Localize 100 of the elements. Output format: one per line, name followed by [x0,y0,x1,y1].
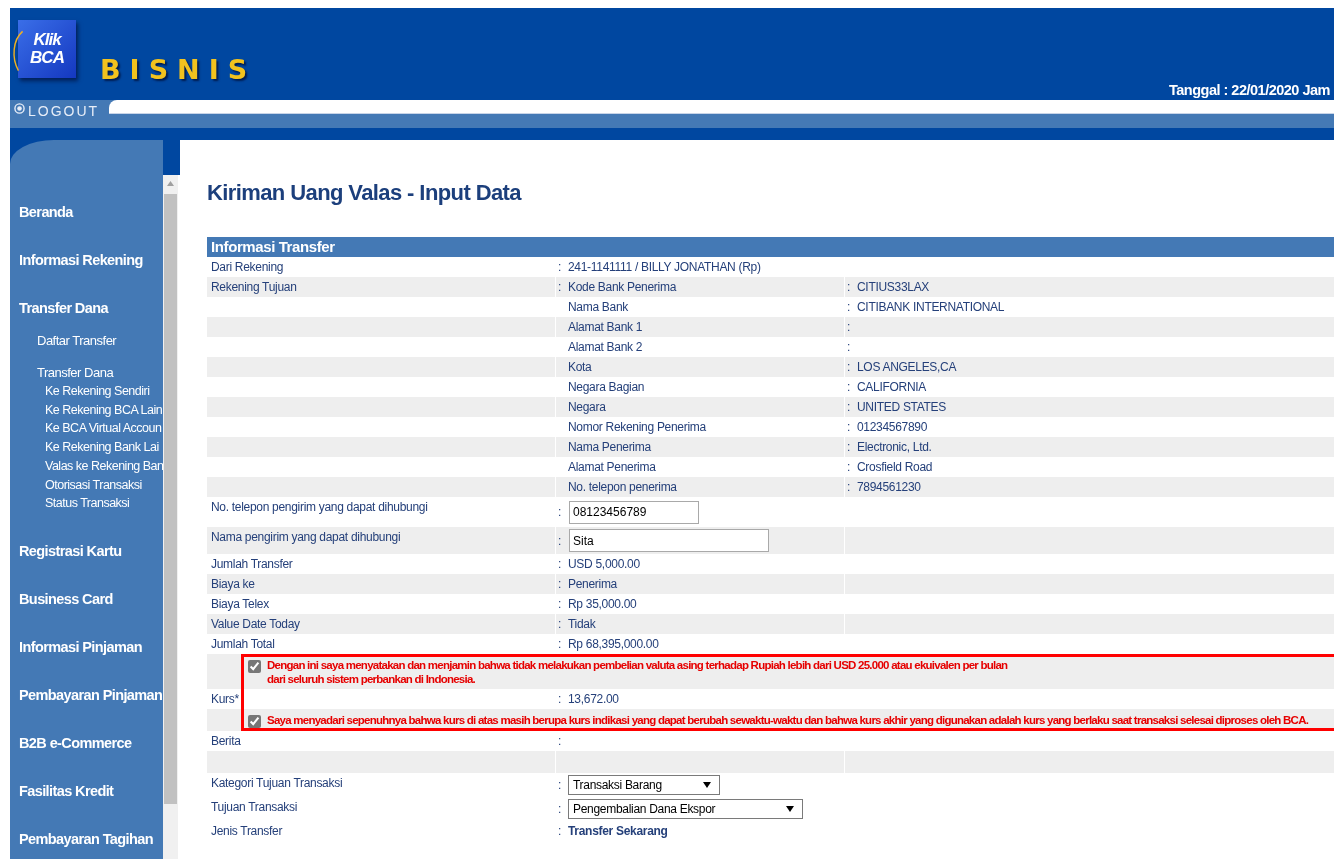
field-label: Kota [568,359,592,376]
field-value: LOS ANGELES,CA [857,359,957,376]
colon-text: : [558,280,562,294]
sidebar-subitem[interactable]: Status Transaksi [10,494,163,513]
field-value: Transfer Sekarang [568,823,668,840]
sidebar-item[interactable]: Pembayaran Pinjaman [10,670,163,719]
field-label: Alamat Penerima [568,459,656,476]
sidebar-subitem[interactable]: Ke Rekening Bank Lai [10,438,163,457]
colon-text: : [558,637,562,651]
text-field[interactable]: Sita [569,529,769,552]
colon-text: : [558,824,562,838]
field-label: Jumlah Total [211,637,275,651]
colon-text: : [558,505,562,519]
field-label: Berita [211,734,241,748]
colon-text: : [847,440,851,454]
field-label: Tujuan Transaksi [211,800,298,814]
logout-link[interactable]: LOGOUT [10,100,109,128]
colon-text: : [847,460,851,474]
caret-icon [786,806,794,812]
field-label: Dari Rekening [211,260,284,274]
field-value: CITIUS33LAX [857,279,930,296]
colon-text: : [847,400,851,414]
field-label: Nomor Rekening Penerima [568,419,706,436]
sidebar-subitem[interactable]: Ke BCA Virtual Accoun [10,419,163,439]
colon-text: : [847,340,851,354]
dropdown[interactable]: Pengembalian Dana Ekspor [568,799,803,819]
colon-text: : [558,692,562,706]
field-label: Negara [568,399,606,416]
sidebar-item[interactable]: Fasilitas Kredit [10,766,163,815]
sidebar-item[interactable]: Transfer Dana [10,284,163,332]
field-value: USD 5,000.00 [568,556,640,573]
scrollbar-thumb[interactable] [164,194,177,804]
field-label: Alamat Bank 2 [568,339,643,356]
colon-text: : [558,778,562,792]
field-label: Kode Bank Penerima [568,279,676,296]
colon-text: : [558,533,562,548]
colon-text: : [558,557,562,571]
colon-text: : [847,420,851,434]
field-label: Biaya Telex [211,597,269,611]
colon-text: : [847,360,851,374]
field-label: Nama pengirim yang dapat dihubungi [211,530,401,544]
declaration-text: Saya menyadari sepenuhnya bahwa kurs di atas masih berupa kurs indikasi yang dapat berubah sewaktu-waktu dan bahwa kurs akhir yang digunakan adalah kurs yang berlaku saat transaksi selesai diproses oleh BCA. [267,713,1309,727]
colon-text: : [847,320,851,334]
sidebar-item[interactable]: Beranda [10,188,163,236]
sidebar-item[interactable]: Informasi Pinjaman [10,622,163,671]
colon-text: : [558,577,562,591]
sidebar-subitem[interactable]: Otorisasi Transaksi [10,475,163,495]
sidebar-item[interactable]: Pembayaran Tagihan [10,814,163,859]
field-value: 241-1141111 / BILLY JONATHAN (Rp) [568,259,761,276]
colon-text: : [558,802,562,816]
sidebar-item[interactable]: Registrasi Kartu [10,526,163,575]
scroll-up-icon[interactable] [167,181,174,186]
field-value: 01234567890 [857,419,928,436]
field-label: No. telepon pengirim yang dapat dihubungi [211,500,428,514]
field-label: Jumlah Transfer [211,557,293,571]
brand-title: BISNIS [100,54,257,85]
field-value: 7894561230 [857,479,921,496]
field-label: Negara Bagian [568,379,645,396]
radio-icon [14,103,25,114]
agreement-checkbox[interactable] [248,715,261,728]
colon-text: : [847,300,851,314]
sidebar-item[interactable]: B2B e-Commerce [10,718,163,767]
field-label: No. telepon penerima [568,479,677,496]
colon-text: : [847,280,851,294]
field-value: Crosfield Road [857,459,933,476]
field-label: Kategori Tujuan Transaksi [211,776,343,790]
sidebar-item[interactable]: Informasi Rekening [10,236,163,284]
field-value: CALIFORNIA [857,379,926,396]
field-label: Nama Penerima [568,439,651,456]
colon-text: : [847,480,851,494]
sidebar-subitem[interactable]: Ke Rekening Sendiri [10,382,163,401]
scrollbar[interactable] [163,175,180,859]
sidebar-subitem[interactable]: Transfer Dana [10,364,163,382]
field-value: Tidak [568,616,596,633]
declaration-text: Dengan ini saya menyatakan dan menjamin bahwa tidak melakukan pembelian valuta asing terhadap Rupiah lebih dari USD 25.000 atau ekuivalen per bulan dari seluruh sistem perbankan di Indonesia. [267,658,1008,686]
sidebar-subitem[interactable]: Ke Rekening BCA Lain [10,400,163,420]
date-text: Tanggal : 22/01/2020 Jam [1168,82,1330,100]
page-title: Kiriman Uang Valas - Input Data [207,179,523,207]
field-value: Electronic, Ltd. [857,439,932,456]
field-label: Kurs* [211,692,239,706]
colon-text: : [847,380,851,394]
sidebar-subitem[interactable]: Daftar Transfer [10,332,163,350]
field-value: 13,672.00 [568,691,619,708]
agreement-checkbox[interactable] [248,660,261,673]
field-label: Biaya ke [211,577,255,591]
sidebar-subitem[interactable]: Valas ke Rekening Ban [10,456,163,476]
dropdown[interactable]: Transaksi Barang [568,775,720,795]
field-label: Rekening Tujuan [211,280,297,294]
colon-text: : [558,597,562,611]
colon-text: : [558,617,562,631]
section-header: Informasi Transfer [207,237,1334,257]
logo-text: BCA [30,49,64,67]
field-label: Value Date Today [211,617,300,631]
caret-icon [703,782,711,788]
text-field[interactable]: 08123456789 [569,500,699,524]
field-value: Rp 35,000.00 [568,596,637,613]
logo-text: Klik [33,31,61,49]
colon-text: : [558,260,562,274]
sidebar-item[interactable]: Business Card [10,574,163,623]
field-value: Rp 68,395,000.00 [568,636,659,653]
